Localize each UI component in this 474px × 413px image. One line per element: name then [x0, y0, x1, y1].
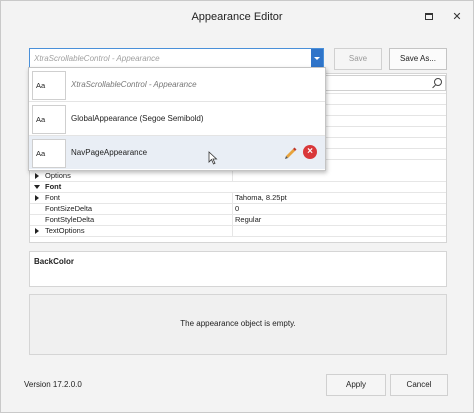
property-name: FontSizeDelta [45, 204, 93, 213]
property-name: Font [45, 193, 61, 202]
category-name: Font [45, 182, 62, 191]
title-bar: Appearance Editor ✕ [1, 1, 473, 33]
dropdown-item[interactable]: Aa NavPageAppearance × [29, 136, 325, 169]
backcolor-description-panel: BackColor [29, 251, 447, 287]
maximize-icon [425, 13, 433, 20]
dropdown-item-label: NavPageAppearance [71, 148, 148, 157]
mouse-cursor-icon [208, 151, 218, 165]
appearance-preview-swatch: Aa [32, 71, 66, 100]
collapse-arrow-icon[interactable] [34, 185, 40, 189]
property-name: Options [45, 171, 71, 180]
save-as-button[interactable]: Save As... [389, 48, 447, 70]
pencil-icon[interactable] [283, 145, 297, 159]
appearance-editor-window: Appearance Editor ✕ XtraScrollableContro… [0, 0, 474, 413]
expand-arrow-icon[interactable] [35, 173, 39, 179]
property-search-input[interactable] [324, 75, 446, 91]
preview-message: The appearance object is empty. [180, 319, 296, 328]
close-icon: ✕ [452, 11, 462, 23]
property-name: TextOptions [45, 226, 85, 235]
close-window-button[interactable]: ✕ [449, 9, 465, 25]
property-value[interactable]: 0 [235, 204, 239, 213]
appearance-preview-swatch: Aa [32, 105, 66, 134]
appearance-dropdown-list: Aa XtraScrollableControl - Appearance Aa… [28, 67, 326, 171]
property-value[interactable]: Regular [235, 215, 261, 224]
property-row-text-options[interactable]: TextOptions [30, 225, 446, 237]
apply-button[interactable]: Apply [326, 374, 386, 396]
maximize-button[interactable] [421, 9, 437, 25]
delete-icon[interactable]: × [303, 145, 317, 159]
backcolor-label: BackColor [34, 257, 75, 266]
expand-arrow-icon[interactable] [35, 195, 39, 201]
combobox-placeholder: XtraScrollableControl - Appearance [34, 54, 160, 63]
window-title: Appearance Editor [191, 11, 283, 23]
dropdown-arrow-button[interactable] [311, 49, 323, 67]
dropdown-item[interactable]: Aa XtraScrollableControl - Appearance [29, 68, 325, 102]
cancel-button[interactable]: Cancel [390, 374, 448, 396]
version-label: Version 17.2.0.0 [24, 380, 82, 389]
appearance-combobox[interactable]: XtraScrollableControl - Appearance [29, 48, 324, 68]
property-name: FontStyleDelta [45, 215, 95, 224]
dropdown-item-label: XtraScrollableControl - Appearance [71, 80, 197, 89]
dropdown-item[interactable]: Aa GlobalAppearance (Segoe Semibold) [29, 102, 325, 136]
appearance-preview-panel: The appearance object is empty. [29, 294, 447, 355]
property-value[interactable]: Tahoma, 8.25pt [235, 193, 287, 202]
expand-arrow-icon[interactable] [35, 228, 39, 234]
dropdown-item-label: GlobalAppearance (Segoe Semibold) [71, 114, 204, 123]
appearance-preview-swatch: Aa [32, 139, 66, 168]
save-button[interactable]: Save [334, 48, 382, 70]
search-icon [434, 78, 442, 86]
